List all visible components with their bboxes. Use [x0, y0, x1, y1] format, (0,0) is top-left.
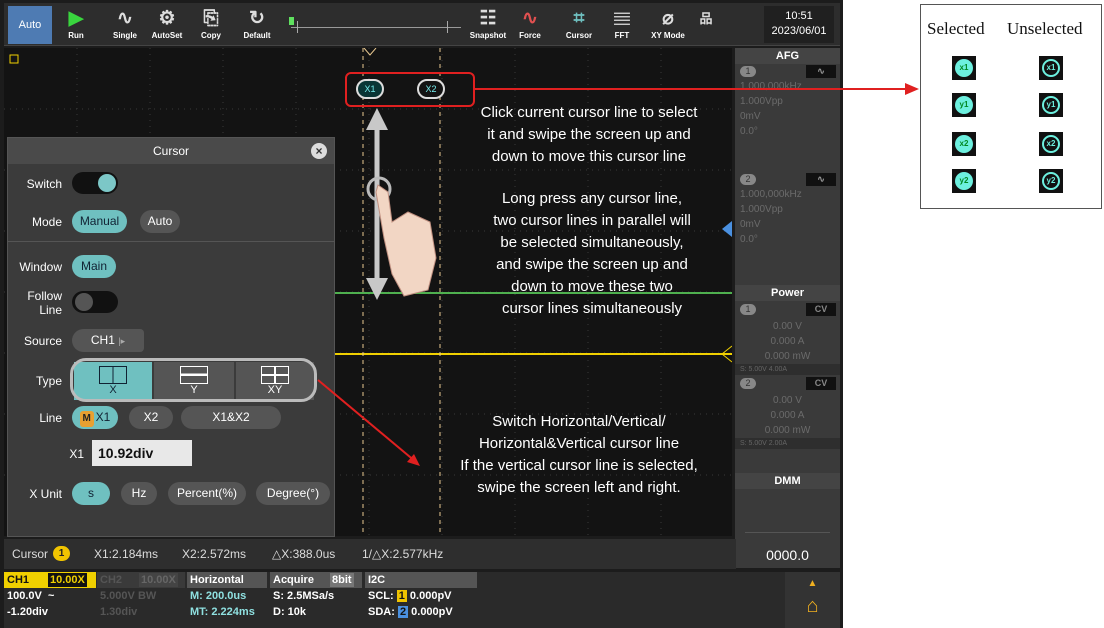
y2-selected-icon: y2 [952, 169, 976, 193]
y1-unselected-icon: y1 [1039, 93, 1063, 117]
x2-selected-icon: x2 [952, 132, 976, 156]
y1-selected-icon: y1 [952, 93, 976, 117]
x1-selected-icon: x1 [952, 56, 976, 80]
legend-arrow [843, 83, 919, 95]
x1-unselected-icon: x1 [1039, 56, 1063, 80]
oscilloscope-screen: Auto ▶ Run ∿ Single ⚙ AutoSet ⎘ Copy ↻ Defaul… [0, 0, 843, 628]
annotation-select-cursor: Click current cursor line to select it a… [480, 104, 698, 165]
figure: Auto ▶ Run ∿ Single ⚙ AutoSet ⎘ Copy ↻ Defaul… [0, 0, 1104, 628]
legend-unselected-header: Unselected [1007, 19, 1083, 38]
legend-selected-header: Selected [927, 19, 985, 38]
cursor-icon-legend: Selected Unselected x1 x1 y1 y1 x2 x2 y2… [920, 4, 1102, 209]
y2-unselected-icon: y2 [1039, 169, 1063, 193]
x2-unselected-icon: x2 [1039, 132, 1063, 156]
annotation-switch-type: Switch Horizontal/Vertical/ Horizontal&V… [460, 413, 698, 496]
red-arrow-diagonal [317, 379, 417, 463]
annotation-long-press: Long press any cursor line, two cursor l… [493, 190, 691, 317]
